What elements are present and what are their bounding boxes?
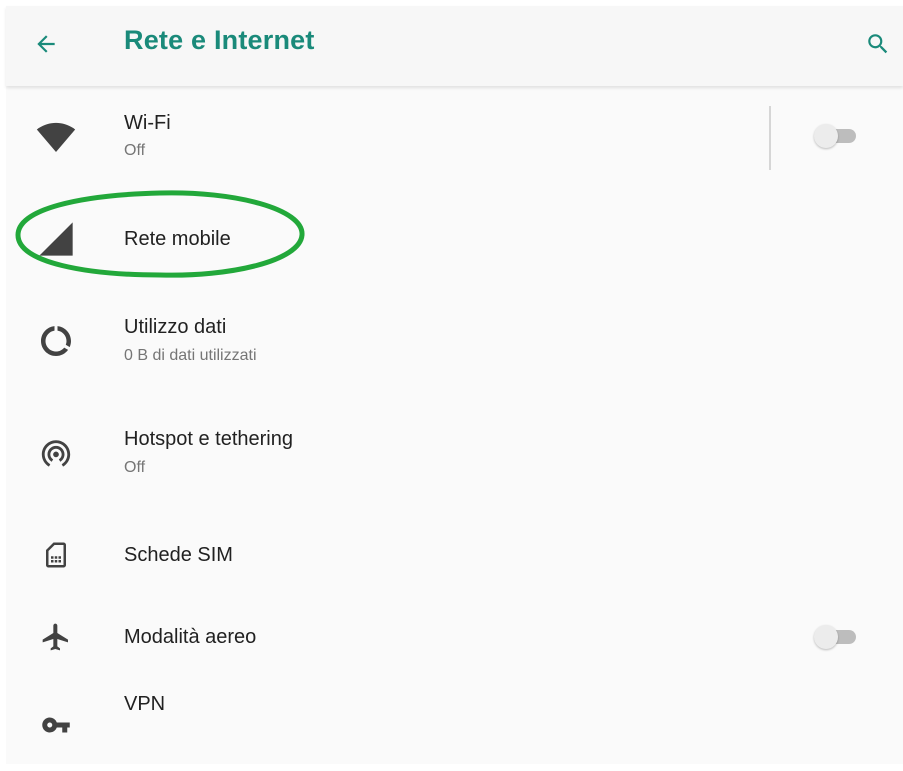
divider <box>769 106 771 170</box>
back-button[interactable] <box>26 24 66 64</box>
wifi-icon <box>36 117 76 157</box>
wifi-title: Wi-Fi <box>124 112 171 134</box>
data-usage-icon <box>36 321 76 361</box>
toggle-thumb <box>814 124 838 148</box>
hotspot-icon <box>36 433 76 473</box>
list-item-data-usage[interactable]: Utilizzo dati 0 B di dati utilizzati <box>6 300 903 382</box>
app-bar: Rete e Internet <box>6 6 903 86</box>
mobile-network-title: Rete mobile <box>124 228 231 250</box>
cellular-signal-icon <box>36 219 76 259</box>
list-item-hotspot[interactable]: Hotspot e tethering Off <box>6 412 903 494</box>
arrow-left-icon <box>37 35 55 53</box>
airplane-mode-toggle[interactable] <box>812 623 860 651</box>
list-item-airplane-mode[interactable]: Modalità aereo <box>6 596 903 678</box>
vpn-key-icon <box>36 705 76 745</box>
list-item-sim-cards[interactable]: Schede SIM <box>6 514 903 596</box>
search-button[interactable] <box>858 24 898 64</box>
airplane-icon <box>36 617 76 657</box>
airplane-mode-title: Modalità aereo <box>124 626 257 648</box>
vpn-title: VPN <box>124 693 166 715</box>
toggle-thumb <box>814 625 838 649</box>
hotspot-title: Hotspot e tethering <box>124 428 293 450</box>
settings-page: Rete e Internet Wi-Fi Off Rete mobile Ut… <box>6 6 903 764</box>
search-icon <box>868 34 888 54</box>
screen: Rete e Internet Wi-Fi Off Rete mobile Ut… <box>0 0 903 771</box>
sim-cards-title: Schede SIM <box>124 544 233 566</box>
list-item-wifi[interactable]: Wi-Fi Off <box>6 96 903 178</box>
page-title: Rete e Internet <box>124 25 315 55</box>
list-item-mobile-network[interactable]: Rete mobile <box>6 198 903 280</box>
data-usage-summary: 0 B di dati utilizzati <box>124 347 257 364</box>
wifi-toggle[interactable] <box>812 122 860 150</box>
hotspot-summary: Off <box>124 459 146 476</box>
data-usage-title: Utilizzo dati <box>124 316 227 338</box>
sim-card-icon <box>36 535 76 575</box>
wifi-summary: Off <box>124 142 146 159</box>
list-item-vpn[interactable]: VPN <box>6 678 903 760</box>
